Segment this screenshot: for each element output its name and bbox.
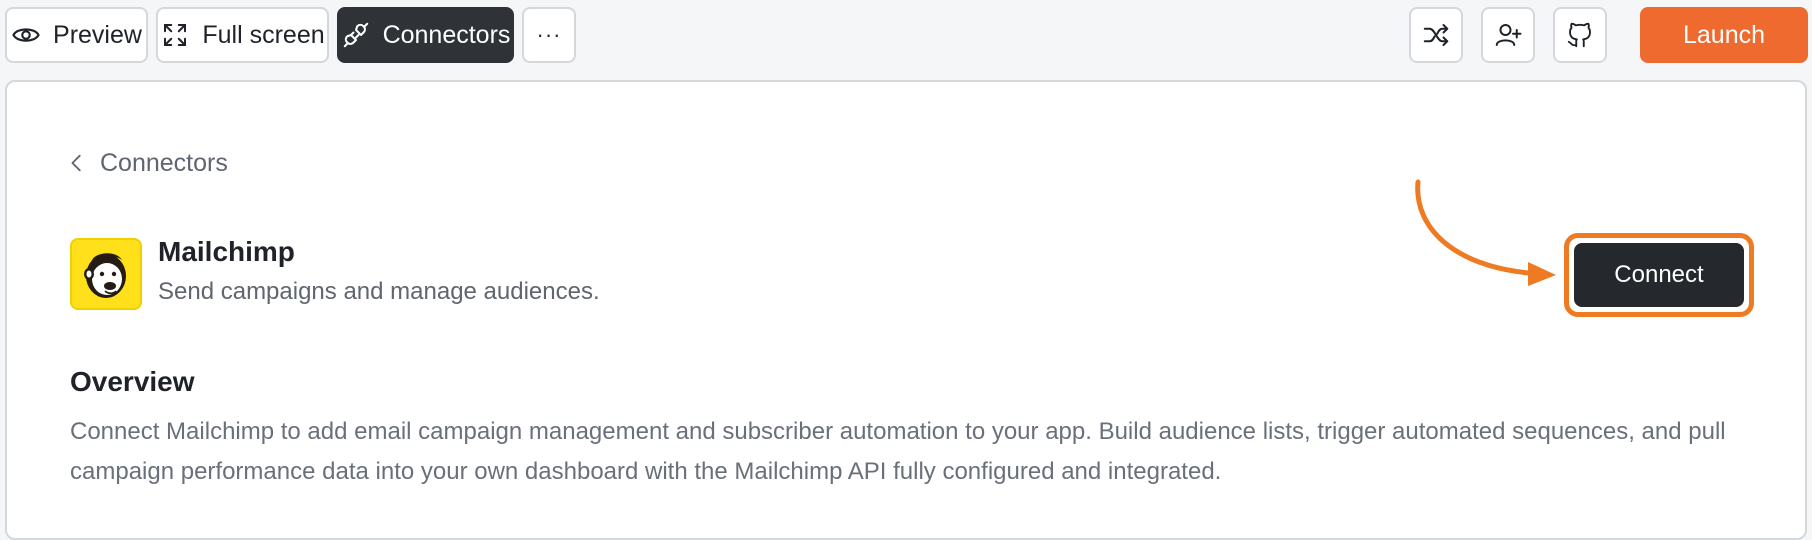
user-plus-icon <box>1495 24 1522 46</box>
preview-label: Preview <box>53 20 142 49</box>
more-options-button[interactable]: ··· <box>522 7 576 63</box>
launch-button[interactable]: Launch <box>1640 7 1808 63</box>
overview-text: Connect Mailchimp to add email campaign … <box>70 418 1726 485</box>
pointer-arrow-icon <box>1415 179 1556 286</box>
back-link-label: Connectors <box>100 148 228 177</box>
expand-icon <box>164 24 187 46</box>
preview-button[interactable]: Preview <box>5 7 148 63</box>
connectors-label: Connectors <box>382 20 511 49</box>
more-dots-icon: ··· <box>536 22 562 47</box>
top-toolbar: Preview Full screen Connectors ··· Launc… <box>0 0 1812 72</box>
eye-icon <box>12 28 40 42</box>
mailchimp-logo-icon <box>70 238 142 310</box>
connector-name: Mailchimp <box>158 236 295 267</box>
back-to-connectors-link[interactable]: Connectors <box>66 146 228 180</box>
connector-description: Send campaigns and manage audiences. <box>158 278 600 305</box>
shuffle-icon <box>1423 24 1449 46</box>
connectors-tab-button[interactable]: Connectors <box>337 7 514 63</box>
github-icon <box>1567 22 1591 48</box>
fullscreen-label: Full screen <box>202 20 325 49</box>
github-button[interactable] <box>1553 7 1607 63</box>
fullscreen-button[interactable]: Full screen <box>156 7 329 63</box>
plug-icon <box>343 22 368 48</box>
shuffle-button[interactable] <box>1409 7 1463 63</box>
connect-button[interactable]: Connect <box>1574 243 1744 307</box>
chevron-left-icon <box>71 154 81 172</box>
invite-user-button[interactable] <box>1481 7 1535 63</box>
overview-heading: Overview <box>70 366 195 397</box>
